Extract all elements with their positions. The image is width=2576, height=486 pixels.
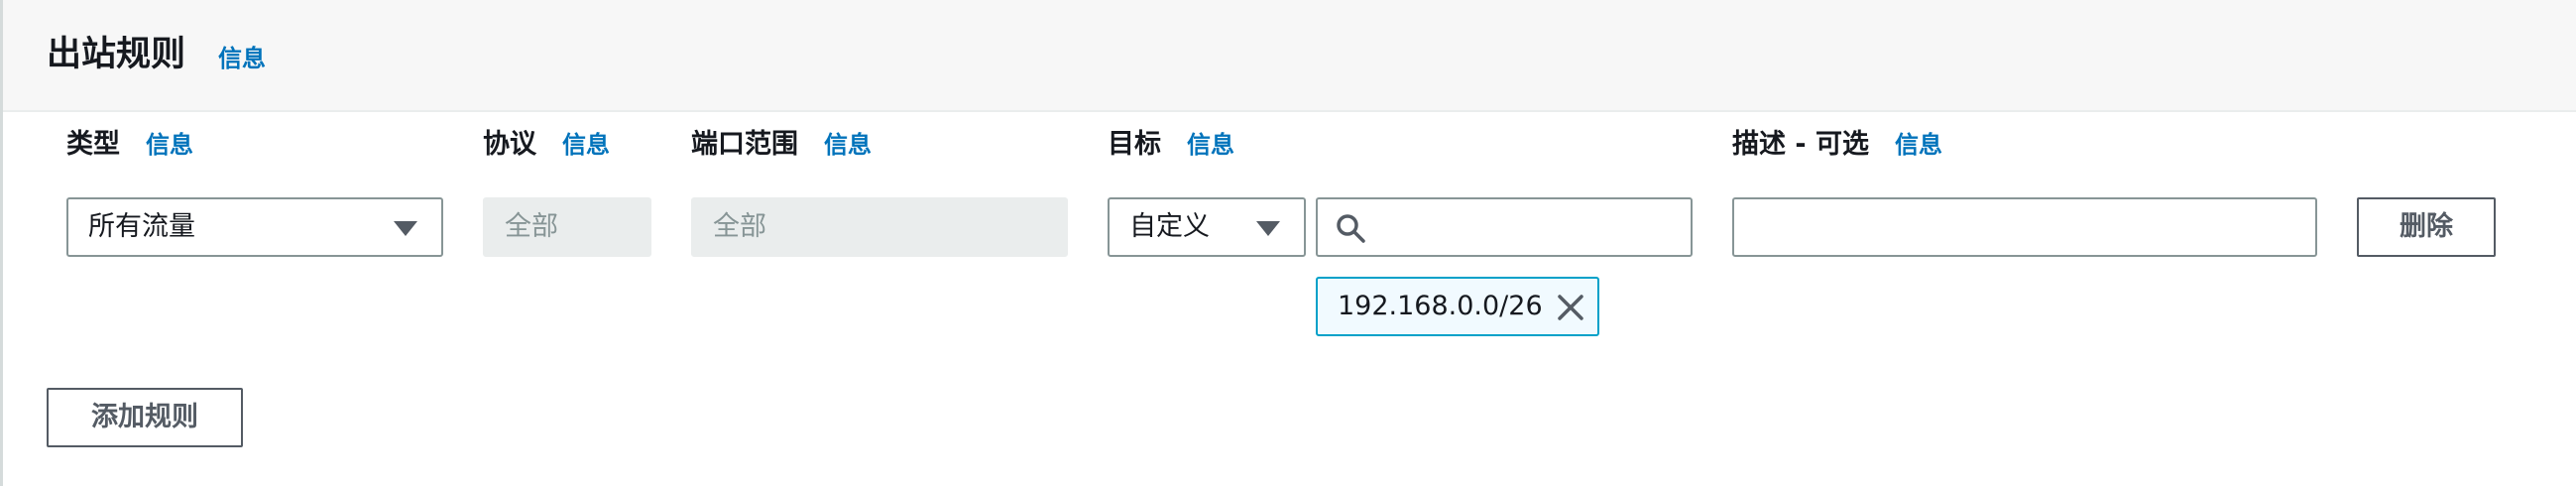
- add-rule-button[interactable]: 添加规则: [47, 388, 243, 447]
- destination-mode-value: 自定义: [1129, 211, 1210, 242]
- caret-down-icon: [394, 221, 417, 236]
- protocol-column-header: 协议 信息: [483, 125, 610, 165]
- port-range-field: 全部: [691, 197, 1068, 257]
- protocol-label: 协议: [483, 129, 536, 160]
- type-select-value: 所有流量: [88, 211, 195, 242]
- caret-down-icon: [1256, 221, 1280, 236]
- description-input[interactable]: [1732, 197, 2317, 257]
- description-label: 描述 - 可选: [1732, 129, 1870, 160]
- destination-label: 目标: [1108, 129, 1161, 160]
- type-label: 类型: [66, 129, 120, 160]
- type-info-link[interactable]: 信息: [146, 131, 193, 159]
- type-select[interactable]: 所有流量: [66, 197, 443, 257]
- port-range-column-header: 端口范围 信息: [691, 125, 872, 165]
- port-range-label: 端口范围: [691, 129, 798, 160]
- close-icon[interactable]: [1556, 293, 1585, 322]
- protocol-info-link[interactable]: 信息: [562, 131, 610, 159]
- destination-token-label: 192.168.0.0/26: [1338, 291, 1543, 321]
- panel-info-link[interactable]: 信息: [218, 42, 266, 75]
- panel-title: 出站规则: [47, 35, 186, 74]
- panel-header: 出站规则 信息: [3, 0, 2576, 112]
- destination-column-header: 目标 信息: [1108, 125, 1234, 165]
- destination-token: 192.168.0.0/26: [1316, 277, 1599, 336]
- destination-info-link[interactable]: 信息: [1187, 131, 1234, 159]
- destination-search-input[interactable]: [1316, 197, 1693, 257]
- outbound-rules-panel: 出站规则 信息 类型 信息 协议 信息 端口范围 信息 目标 信息 描述 - 可选 信息 …: [0, 0, 2576, 486]
- description-info-link[interactable]: 信息: [1895, 131, 1942, 159]
- description-column-header: 描述 - 可选 信息: [1732, 125, 1942, 165]
- search-icon: [1337, 214, 1365, 243]
- delete-rule-button[interactable]: 删除: [2357, 197, 2496, 257]
- protocol-field: 全部: [483, 197, 651, 257]
- type-column-header: 类型 信息: [66, 125, 193, 165]
- protocol-value: 全部: [505, 211, 558, 242]
- destination-mode-select[interactable]: 自定义: [1108, 197, 1306, 257]
- port-range-info-link[interactable]: 信息: [824, 131, 872, 159]
- port-range-value: 全部: [713, 211, 766, 242]
